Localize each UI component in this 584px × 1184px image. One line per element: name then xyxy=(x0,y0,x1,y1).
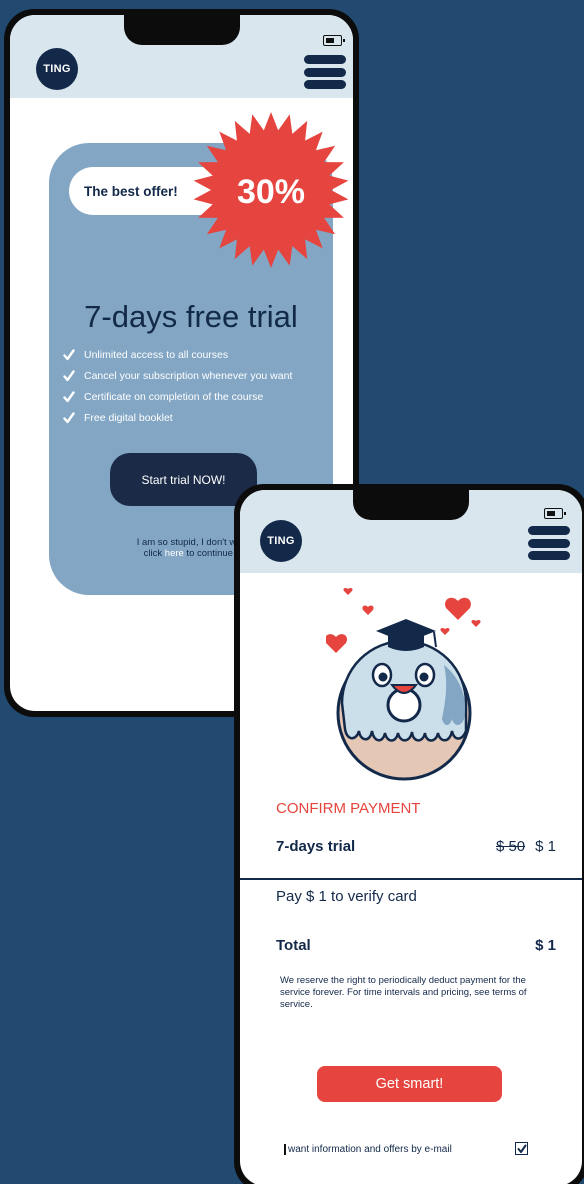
plan-row: 7-days trial $ 50 $ 1 xyxy=(276,838,556,855)
total-value: $ 1 xyxy=(535,937,556,954)
phone-notch xyxy=(353,490,469,520)
divider xyxy=(240,878,582,880)
app-logo[interactable]: TING xyxy=(36,48,78,90)
feature-label: Cancel your subscription whenever you wa… xyxy=(84,369,293,382)
old-price: $ 50 xyxy=(495,838,526,855)
feature-label: Unlimited access to all courses xyxy=(84,348,229,361)
feature-label: Certificate on completion of the course xyxy=(84,390,264,403)
hamburger-icon[interactable] xyxy=(528,526,570,560)
get-smart-button[interactable]: Get smart! xyxy=(317,1066,502,1102)
email-opt-in-label: want information and offers by e-mail xyxy=(284,1144,452,1155)
discount-label: 30% xyxy=(236,172,306,211)
check-icon xyxy=(63,390,75,402)
feature-label: Free digital booklet xyxy=(84,411,173,424)
check-icon xyxy=(63,411,75,423)
feature-item: Certificate on completion of the course xyxy=(63,386,292,407)
battery-icon xyxy=(544,508,566,519)
discount-starburst: 30% xyxy=(192,111,350,269)
opt-out-link[interactable]: here xyxy=(165,548,184,559)
plan-price: $ 50 $ 1 xyxy=(496,838,556,855)
email-opt-in-text: want information and offers by e-mail xyxy=(288,1144,452,1155)
hamburger-icon[interactable] xyxy=(304,55,346,89)
total-row: Total $ 1 xyxy=(276,937,556,954)
check-icon xyxy=(63,348,75,360)
trial-title: 7-days free trial xyxy=(84,299,298,334)
payment-disclaimer: We reserve the right to periodically ded… xyxy=(280,975,527,1010)
start-trial-button[interactable]: Start trial NOW! xyxy=(110,453,257,506)
battery-icon xyxy=(323,35,345,46)
email-opt-in-checkbox[interactable] xyxy=(515,1142,528,1155)
payment-phone-mockup: TING CONFIRM PAYMENT 7-days trial $ 50 $… xyxy=(234,484,584,1184)
phone-notch xyxy=(123,15,240,45)
opt-out-pre: click xyxy=(143,548,165,559)
feature-item: Cancel your subscription whenever you wa… xyxy=(63,365,292,386)
feature-list: Unlimited access to all courses Cancel y… xyxy=(63,344,292,428)
plan-name: 7-days trial xyxy=(276,838,356,855)
text-cursor xyxy=(284,1144,286,1155)
check-icon xyxy=(517,1144,526,1153)
feature-item: Free digital booklet xyxy=(63,407,292,428)
feature-item: Unlimited access to all courses xyxy=(63,344,292,365)
new-price: $ 1 xyxy=(535,838,556,855)
verify-card-text: Pay $ 1 to verify card xyxy=(276,888,417,905)
donut-mascot-illustration xyxy=(326,587,481,781)
check-icon xyxy=(63,369,75,381)
total-label: Total xyxy=(276,937,311,954)
app-logo[interactable]: TING xyxy=(260,520,302,562)
payment-screen: TING CONFIRM PAYMENT 7-days trial $ 50 $… xyxy=(240,490,582,1184)
confirm-payment-heading: CONFIRM PAYMENT xyxy=(276,800,421,817)
